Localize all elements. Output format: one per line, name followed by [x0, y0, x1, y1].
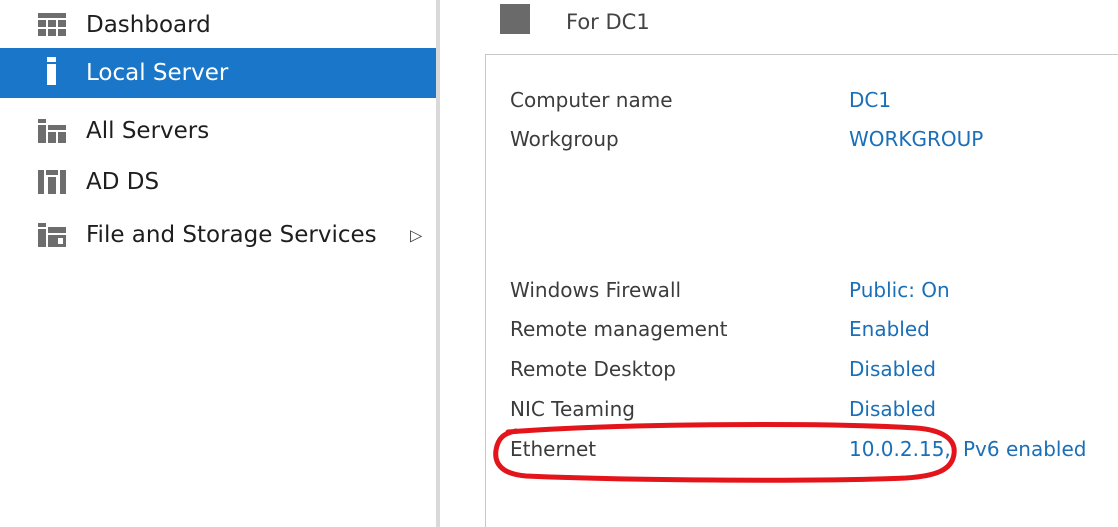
sidebar-item-all-servers[interactable]: All Servers [0, 106, 436, 156]
windows-firewall-label: Windows Firewall [510, 278, 682, 302]
ethernet-ipv6-link[interactable]: Pv6 enabled [963, 437, 1086, 461]
sidebar-item-label: Local Server [86, 60, 229, 86]
sidebar-item-label: All Servers [86, 118, 210, 144]
remote-management-link[interactable]: Enabled [849, 317, 930, 341]
sidebar-item-dashboard[interactable]: Dashboard [0, 0, 436, 50]
server-header-icon [500, 4, 530, 34]
local-server-icon [38, 57, 66, 85]
red-highlight-annotation [493, 422, 957, 483]
all-servers-icon [38, 119, 66, 143]
remote-desktop-label: Remote Desktop [510, 357, 677, 381]
sidebar-item-label: AD DS [86, 169, 160, 195]
expand-arrow-icon[interactable]: ▷ [410, 226, 422, 245]
workgroup-link[interactable]: WORKGROUP [849, 127, 983, 151]
remote-management-label: Remote management [510, 317, 728, 341]
windows-firewall-link[interactable]: Public: On [849, 278, 950, 302]
sidebar-item-label: File and Storage Services [86, 222, 377, 248]
sidebar-item-label: Dashboard [86, 12, 211, 38]
sidebar-item-ad-ds[interactable]: AD DS [0, 157, 436, 207]
sidebar-item-local-server[interactable]: Local Server [0, 48, 436, 98]
page-title: For DC1 [566, 10, 650, 34]
workgroup-label: Workgroup [510, 127, 619, 151]
file-storage-icon [38, 223, 66, 247]
sidebar-divider[interactable] [436, 0, 440, 527]
server-manager-window: Dashboard Local Server All Servers AD DS… [0, 0, 1118, 527]
sidebar-item-file-storage[interactable]: File and Storage Services ▷ [0, 210, 436, 260]
sidebar: Dashboard Local Server All Servers AD DS… [0, 0, 436, 527]
computer-name-link[interactable]: DC1 [849, 88, 891, 112]
dashboard-icon [38, 13, 66, 37]
ad-ds-icon [38, 170, 66, 194]
remote-desktop-link[interactable]: Disabled [849, 357, 936, 381]
computer-name-label: Computer name [510, 88, 673, 112]
